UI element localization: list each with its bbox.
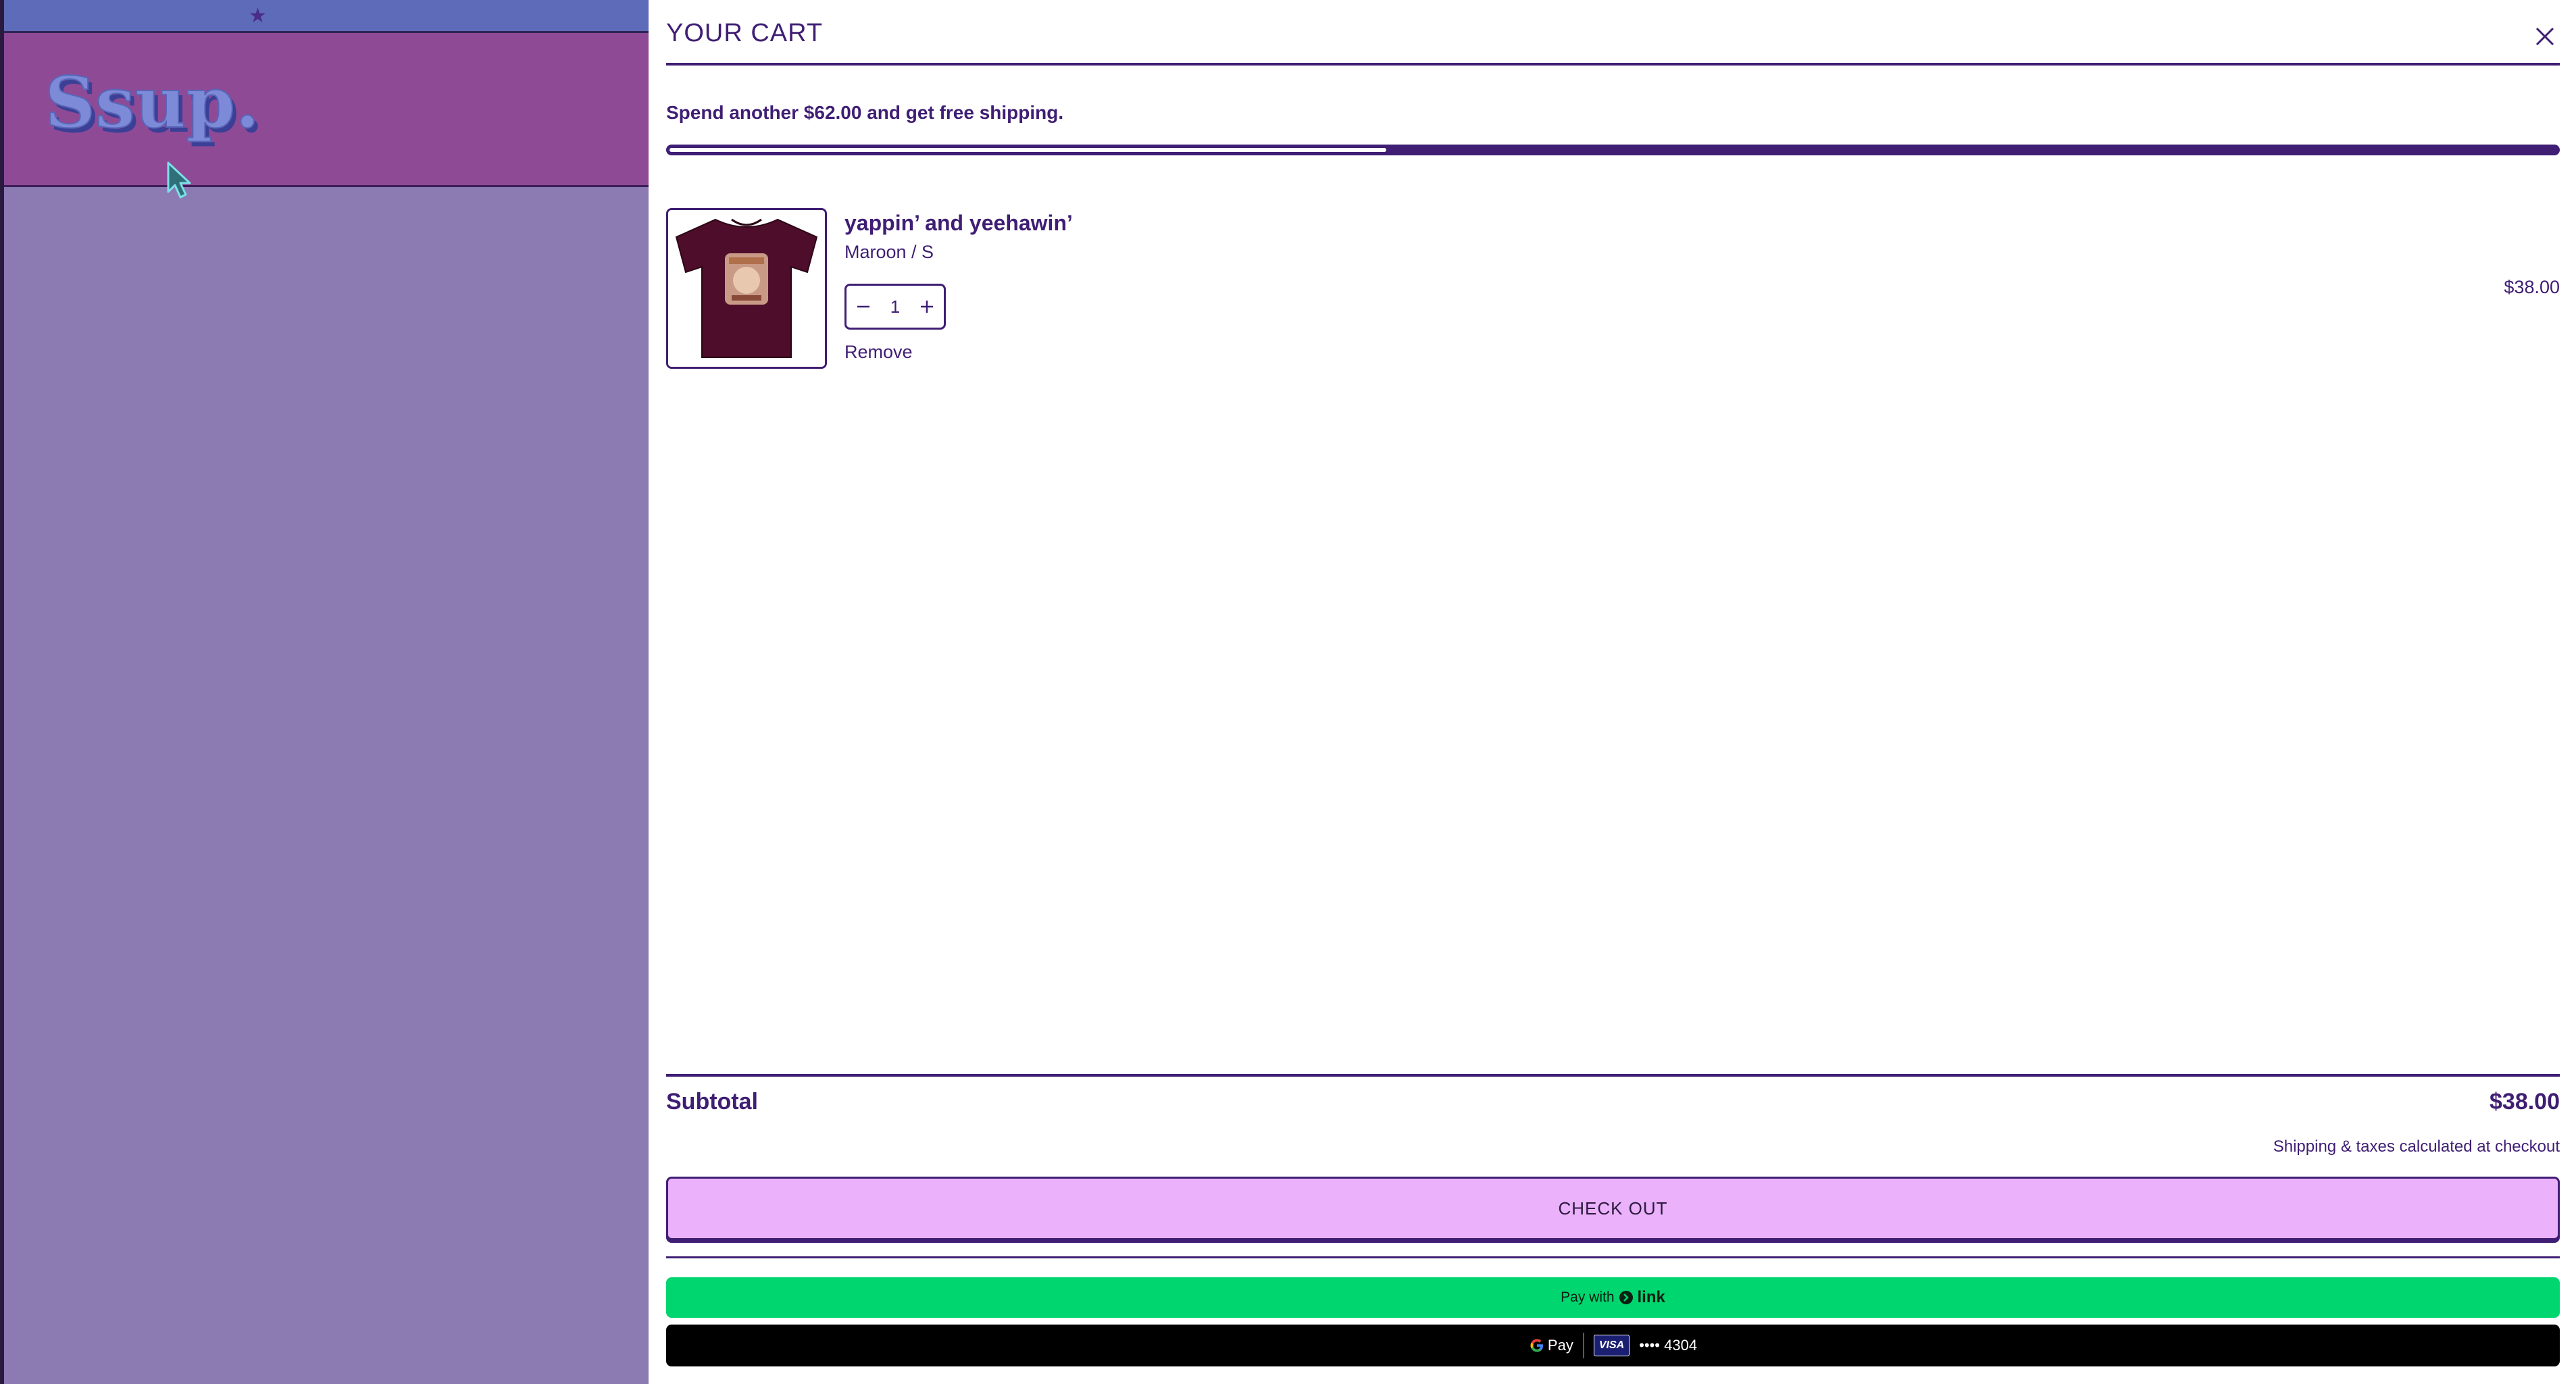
minus-icon[interactable] <box>853 297 874 317</box>
product-name[interactable]: yappin’ and yeehawin’ <box>844 211 1073 236</box>
logo-text: Ssup. <box>45 61 259 144</box>
free-shipping-progress-bar <box>666 145 2560 155</box>
quantity-value[interactable]: 1 <box>890 297 900 317</box>
plus-icon[interactable] <box>917 297 937 317</box>
close-icon[interactable] <box>2530 22 2560 51</box>
link-arrow-icon <box>1619 1291 1633 1304</box>
subtotal-label: Subtotal <box>666 1089 758 1114</box>
remove-button[interactable]: Remove <box>844 342 913 363</box>
subtotal-value: $38.00 <box>2490 1089 2560 1114</box>
storefront-background: ★ Ssup. Ssup. <box>0 0 653 1384</box>
pay-with-link-button[interactable]: Pay with link <box>666 1277 2560 1318</box>
star-icon: ★ <box>249 4 267 28</box>
link-brand: link <box>1637 1288 1665 1306</box>
announcement-bar: ★ <box>4 0 653 33</box>
card-masked-number: •••• 4304 <box>1639 1337 1698 1354</box>
tax-note: Shipping & taxes calculated at checkout <box>2273 1137 2560 1156</box>
title-divider <box>666 63 2560 66</box>
line-item-price: $38.00 <box>2504 277 2560 297</box>
product-variant: Maroon / S <box>844 242 934 262</box>
gpay-brand: Pay <box>1547 1337 1573 1354</box>
footer-divider <box>666 1074 2560 1077</box>
visa-card-icon: VISA <box>1593 1335 1630 1356</box>
product-image[interactable] <box>666 208 827 369</box>
cart-title: YOUR CART <box>666 19 824 47</box>
google-pay-logo: Pay <box>1529 1337 1573 1354</box>
quantity-stepper: 1 <box>844 284 946 330</box>
mouse-cursor-icon <box>167 161 191 199</box>
free-shipping-message: Spend another $62.00 and get free shippi… <box>666 102 1064 123</box>
link-pay-prefix: Pay with <box>1561 1289 1615 1305</box>
gpay-divider <box>1582 1333 1584 1358</box>
progress-fill <box>670 148 1386 152</box>
store-header: Ssup. Ssup. <box>4 33 653 187</box>
cart-drawer: YOUR CART Spend another $62.00 and get f… <box>649 0 2576 1384</box>
store-logo[interactable]: Ssup. Ssup. <box>43 61 266 156</box>
google-g-icon <box>1530 1339 1543 1352</box>
express-pay-divider <box>666 1256 2560 1258</box>
google-pay-button[interactable]: Pay VISA •••• 4304 <box>666 1325 2560 1366</box>
cart-line-item: yappin’ and yeehawin’ Maroon / S 1 Remov… <box>666 208 2560 370</box>
checkout-button[interactable]: CHECK OUT <box>666 1177 2560 1240</box>
